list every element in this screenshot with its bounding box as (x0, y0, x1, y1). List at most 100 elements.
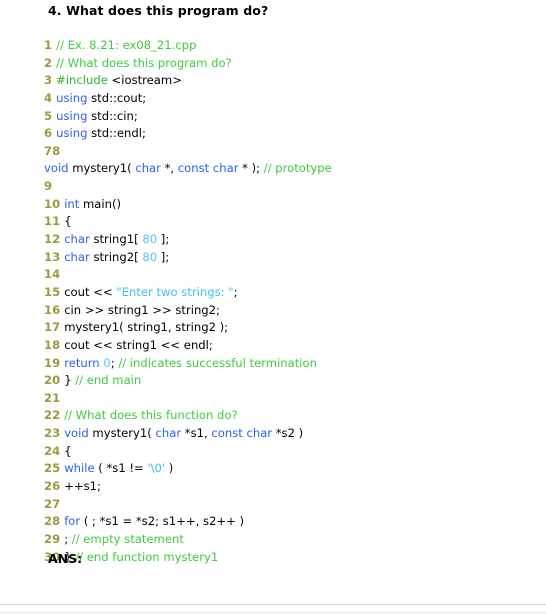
code-line: 21 (44, 390, 332, 408)
divider-rule-top (0, 604, 546, 605)
code-token-pln: mystery1( (68, 161, 136, 176)
code-token-pln: ; (233, 284, 238, 299)
code-line: 30} // end function mystery1 (44, 549, 332, 567)
code-line: 27 (44, 496, 332, 514)
code-line: 11{ (44, 213, 332, 231)
code-token-kw: using (56, 90, 88, 105)
page-title: 4. What does this program do? (48, 3, 269, 18)
code-line: 18 cout << string1 << endl; (44, 337, 332, 355)
code-token-pln: *s2 ) (272, 426, 304, 441)
line-number: 2 (44, 55, 53, 70)
line-number: 23 (44, 426, 61, 441)
code-line: 14 (44, 266, 332, 284)
code-token-kw: char (64, 232, 90, 247)
line-number: 16 (44, 302, 61, 317)
code-token-pln: mystery1( (88, 426, 156, 441)
line-number: 3 (44, 73, 53, 88)
code-token-kw: const char (211, 426, 273, 441)
code-line: 1// Ex. 8.21: ex08_21.cpp (44, 37, 332, 55)
code-token-pln: ; (64, 531, 72, 546)
code-line: void mystery1( char *, const char * ); /… (44, 160, 332, 178)
line-number: 14 (44, 267, 61, 282)
line-number: 10 (44, 196, 61, 211)
line-number: 18 (44, 337, 61, 352)
code-token-kw: int (64, 196, 80, 211)
code-token-pln: std::cout; (87, 90, 147, 105)
line-number: 17 (44, 320, 61, 335)
code-token-pln: ]; (157, 249, 170, 264)
line-number: 11 (44, 214, 61, 229)
code-token-kw: using (56, 108, 88, 123)
code-line: 78 (44, 143, 332, 161)
code-line: 5 using std::cin; (44, 108, 332, 126)
answer-label: ANS: (48, 551, 83, 566)
code-line: 17 mystery1( string1, string2 ); (44, 319, 332, 337)
code-line: 3 #include <iostream> (44, 72, 332, 90)
code-token-pln: cin >> string1 >> string2; (64, 302, 220, 317)
code-line: 2// What does this program do? (44, 55, 332, 73)
code-listing: 1// Ex. 8.21: ex08_21.cpp 2// What does t… (44, 37, 332, 566)
code-token-pln: { (64, 443, 72, 458)
code-line: 26 ++s1; (44, 478, 332, 496)
line-number: 29 (44, 531, 61, 546)
line-number: 9 (44, 179, 53, 194)
divider-rule-bottom (0, 612, 546, 613)
code-token-cmt: // Ex. 8.21: ex08_21.cpp (56, 38, 197, 52)
code-line: 28 for ( ; *s1 = *s2; s1++, s2++ ) (44, 513, 332, 531)
code-token-cmt: // indicates successful termination (118, 355, 317, 370)
line-number: 13 (44, 249, 61, 264)
code-token-pln: ( ; *s1 = *s2; s1++, s2++ ) (80, 514, 244, 529)
code-token-pln: *s1, (181, 426, 212, 441)
code-token-pln: * ); (238, 161, 264, 176)
code-line: 15 cout << "Enter two strings: "; (44, 284, 332, 302)
code-token-cmt: // end main (75, 373, 142, 388)
code-line: 25 while ( *s1 != '\0' ) (44, 460, 332, 478)
code-line: 16 cin >> string1 >> string2; (44, 302, 332, 320)
code-token-pln: std::cin; (87, 108, 138, 123)
code-line: 19 return 0; // indicates successful term… (44, 355, 332, 373)
code-line: 6 using std::endl; (44, 125, 332, 143)
code-line: 20} // end main (44, 372, 332, 390)
code-token-pln: string1[ (89, 232, 143, 247)
code-token-kw: for (64, 514, 81, 529)
code-token-str: "Enter two strings: " (116, 284, 234, 299)
code-token-num: 0 (103, 355, 111, 370)
code-token-pln: ++s1; (64, 479, 101, 494)
line-number: 1 (44, 38, 53, 52)
code-token-pln: ]; (157, 232, 170, 247)
line-number: 28 (44, 514, 61, 529)
code-line: 23 void mystery1( char *s1, const char *s… (44, 425, 332, 443)
line-number: 15 (44, 284, 61, 299)
line-number: 27 (44, 496, 61, 511)
code-line: 4 using std::cout; (44, 90, 332, 108)
code-token-kw: using (56, 126, 88, 141)
code-token-kw: const char (177, 161, 239, 176)
code-token-num: 80 (142, 232, 158, 247)
code-token-pln: mystery1( string1, string2 ); (64, 320, 229, 335)
line-number: 12 (44, 232, 61, 247)
code-line: 9 (44, 178, 332, 196)
code-token-kw: char (155, 426, 182, 441)
code-token-cmt: // What does this function do? (64, 408, 238, 423)
code-token-cmt: // empty statement (71, 531, 184, 546)
code-token-pln: *, (160, 161, 178, 176)
line-number: 26 (44, 479, 61, 494)
code-line: 29; // empty statement (44, 531, 332, 549)
code-token-num: 80 (142, 249, 158, 264)
code-line: 22// What does this function do? (44, 407, 332, 425)
code-line: 10 int main() (44, 196, 332, 214)
exercise-page: 4. What does this program do? 1// Ex. 8.… (0, 0, 546, 614)
line-number: 6 (44, 126, 53, 141)
line-number: 21 (44, 390, 61, 405)
code-token-pln: string2[ (89, 249, 143, 264)
code-token-pln: std::endl; (87, 126, 146, 141)
line-number: 22 (44, 408, 61, 423)
code-token-pln: ) (165, 461, 174, 476)
line-number: 25 (44, 461, 61, 476)
code-token-cmt: // What does this program do? (56, 55, 232, 70)
line-number: 20 (44, 373, 61, 388)
code-token-kw: void (44, 161, 69, 176)
code-token-pln: } (64, 373, 76, 388)
code-token-str: '\0' (147, 461, 166, 476)
line-number: 4 (44, 90, 53, 105)
